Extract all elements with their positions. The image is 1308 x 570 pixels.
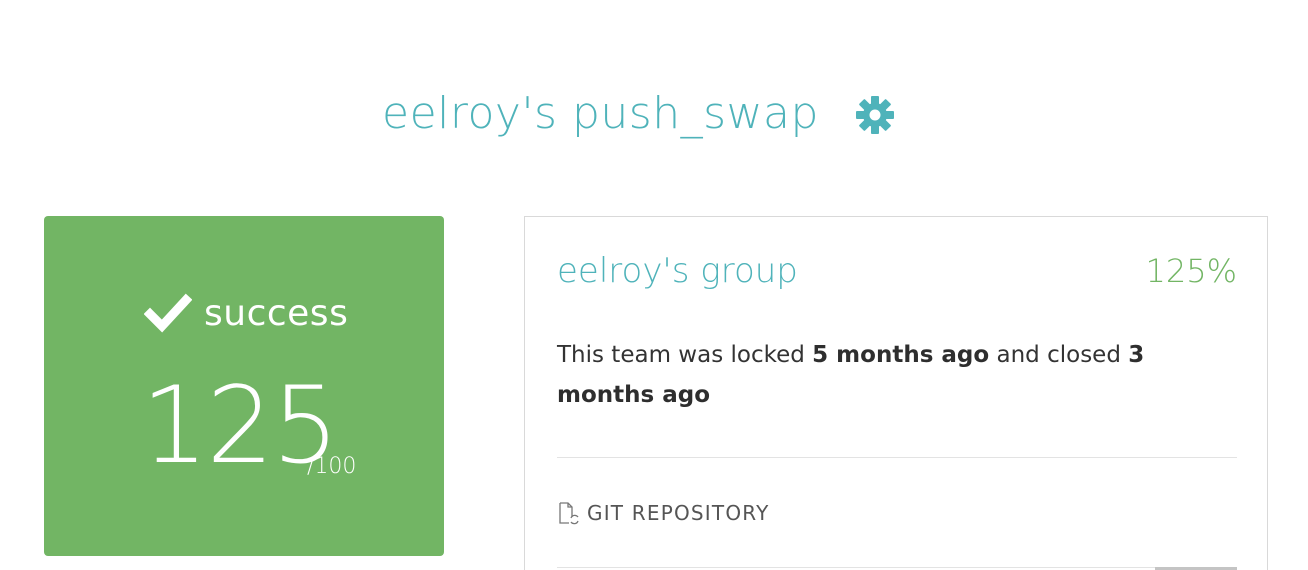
team-percent: 125% <box>1145 252 1237 290</box>
status-row: success <box>144 288 348 338</box>
team-name[interactable]: eelroy's group <box>557 249 798 293</box>
status-prefix: This team was locked <box>557 342 805 368</box>
divider <box>557 457 1237 458</box>
git-repository-label: GIT REPOSITORY <box>587 501 770 525</box>
team-panel: eelroy's group 125% This team was locked… <box>524 216 1268 570</box>
project-page: eelroy's push_swap success 125 /100 eelr… <box>0 0 1308 570</box>
file-sync-icon <box>559 502 579 525</box>
locked-ago: 5 months ago <box>812 342 990 368</box>
score-card: success 125 /100 <box>44 216 444 556</box>
score-max: /100 <box>307 454 357 479</box>
status-middle: and closed <box>996 342 1121 368</box>
team-status: This team was locked 5 months ago and cl… <box>557 335 1237 415</box>
gear-icon[interactable] <box>853 93 897 137</box>
divider <box>557 567 1237 568</box>
check-icon <box>144 293 192 333</box>
project-header: eelroy's push_swap <box>0 80 1308 150</box>
git-repository-row[interactable]: GIT REPOSITORY <box>557 501 770 525</box>
project-title: eelroy's push_swap <box>382 88 819 139</box>
status-text: success <box>204 292 349 334</box>
